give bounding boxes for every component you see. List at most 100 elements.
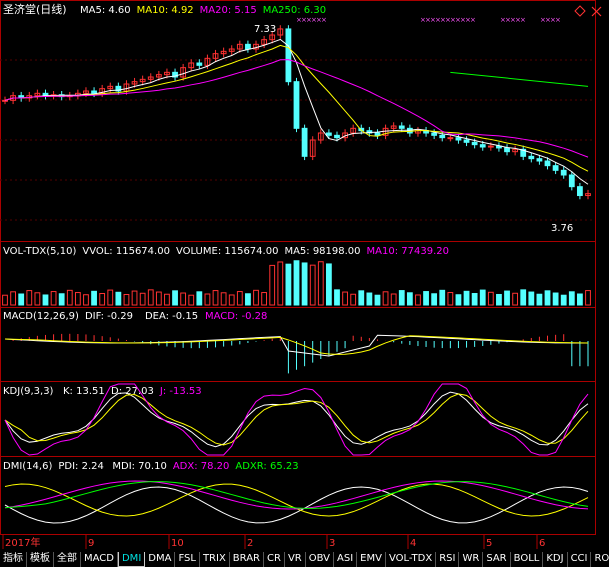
volume-bar[interactable]: [99, 293, 106, 306]
volume-bar[interactable]: [245, 293, 251, 306]
volume-bar[interactable]: [350, 293, 357, 306]
tab-sar[interactable]: SAR: [483, 552, 511, 567]
volume-bar[interactable]: [479, 289, 486, 306]
tab-roc[interactable]: ROC: [591, 552, 609, 567]
volume-bar[interactable]: [285, 263, 292, 306]
volume-bar[interactable]: [147, 289, 154, 306]
volume-bar[interactable]: [18, 293, 25, 306]
tab-vr[interactable]: VR: [285, 552, 306, 567]
tab-template[interactable]: 模板: [27, 552, 54, 567]
candle-body[interactable]: [463, 139, 470, 143]
volume-bar[interactable]: [406, 292, 413, 306]
volume-bar[interactable]: [131, 290, 138, 306]
volume-bar[interactable]: [309, 264, 316, 306]
volume-bar[interactable]: [139, 292, 146, 306]
volume-bar[interactable]: [455, 294, 462, 306]
volume-bar[interactable]: [261, 292, 268, 306]
candle-body[interactable]: [91, 90, 97, 94]
volume-bar[interactable]: [180, 292, 187, 306]
volume-bar[interactable]: [528, 291, 535, 306]
candle-body[interactable]: [504, 147, 510, 153]
stock-chart[interactable]: 圣济堂(日线) MA5: 4.60 MA10: 4.92 MA20: 5.15 MA2…: [0, 0, 609, 552]
volume-bar[interactable]: [552, 292, 559, 306]
volume-bar[interactable]: [301, 262, 308, 306]
volume-bar[interactable]: [496, 293, 502, 306]
candle-body[interactable]: [301, 127, 308, 157]
volume-bar[interactable]: [431, 293, 438, 306]
macd-bars[interactable]: [4, 333, 589, 374]
volume-bar[interactable]: [277, 261, 284, 306]
volume-bar[interactable]: [577, 293, 583, 306]
tab-rsi[interactable]: RSI: [436, 552, 460, 567]
candle-body[interactable]: [455, 137, 462, 141]
tab-boll[interactable]: BOLL: [511, 552, 544, 567]
volume-bar[interactable]: [423, 291, 429, 306]
candle-body[interactable]: [325, 132, 332, 136]
volume-bar[interactable]: [164, 293, 170, 306]
tab-obv[interactable]: OBV: [306, 552, 334, 567]
volume-bar[interactable]: [325, 263, 332, 306]
candle-body[interactable]: [374, 132, 381, 136]
volume-bar[interactable]: [382, 291, 389, 306]
volume-bar[interactable]: [74, 292, 81, 306]
candle-body[interactable]: [398, 125, 405, 129]
volume-bar[interactable]: [123, 293, 130, 306]
volume-bar[interactable]: [463, 290, 470, 306]
volume-bar[interactable]: [115, 291, 122, 306]
candle-body[interactable]: [552, 165, 559, 171]
volume-bar[interactable]: [520, 289, 527, 306]
tab-dma[interactable]: DMA: [145, 552, 176, 567]
volume-bar[interactable]: [415, 294, 421, 306]
volume-bar[interactable]: [334, 289, 340, 306]
tab-vol-tdx[interactable]: VOL-TDX: [386, 552, 437, 567]
candle-body[interactable]: [431, 132, 438, 136]
volume-bar[interactable]: [504, 290, 510, 306]
volume-bar[interactable]: [512, 292, 519, 306]
volume-bar[interactable]: [107, 289, 114, 306]
candle-body[interactable]: [447, 137, 454, 140]
tab-cr[interactable]: CR: [264, 552, 285, 567]
candle-body[interactable]: [285, 28, 292, 83]
volume-bar[interactable]: [220, 292, 227, 306]
volume-bar[interactable]: [212, 290, 219, 306]
candle-body[interactable]: [577, 186, 583, 197]
tab-trix[interactable]: TRIX: [200, 552, 230, 567]
tab-dmi[interactable]: DMI: [117, 552, 146, 567]
volume-bar[interactable]: [471, 293, 478, 306]
volume-bar[interactable]: [228, 294, 235, 306]
volume-bar[interactable]: [487, 291, 494, 306]
volume-bar[interactable]: [398, 290, 405, 306]
volume-bar[interactable]: [439, 289, 446, 306]
volume-bar[interactable]: [2, 294, 8, 306]
volume-bar[interactable]: [188, 294, 195, 306]
volume-bar[interactable]: [366, 292, 373, 306]
tab-macd[interactable]: MACD: [81, 552, 118, 567]
tab-brar[interactable]: BRAR: [230, 552, 264, 567]
candle-body[interactable]: [196, 62, 203, 66]
candle-body[interactable]: [487, 145, 494, 148]
candle-body[interactable]: [568, 174, 575, 188]
volume-bar[interactable]: [560, 294, 567, 306]
volume-bar[interactable]: [236, 291, 243, 306]
candle-body[interactable]: [293, 81, 300, 129]
candle-body[interactable]: [528, 155, 535, 160]
tab-cci[interactable]: CCI: [568, 552, 592, 567]
volume-bars[interactable]: [2, 260, 591, 306]
volume-bar[interactable]: [585, 290, 591, 306]
volume-bar[interactable]: [26, 290, 33, 306]
volume-bar[interactable]: [10, 291, 16, 306]
close-icon[interactable]: [591, 6, 602, 17]
tab-wr[interactable]: WR: [459, 552, 484, 567]
volume-bar[interactable]: [204, 293, 211, 306]
volume-bar[interactable]: [447, 292, 454, 306]
volume-bar[interactable]: [544, 290, 551, 306]
volume-bar[interactable]: [50, 291, 57, 306]
volume-bar[interactable]: [42, 294, 49, 306]
candle-body[interactable]: [471, 141, 478, 146]
tab-emv[interactable]: EMV: [357, 552, 386, 567]
candle-body[interactable]: [560, 169, 567, 176]
tab-asi[interactable]: ASI: [334, 552, 358, 567]
volume-bar[interactable]: [317, 261, 324, 306]
candle-body[interactable]: [334, 134, 340, 139]
volume-bar[interactable]: [196, 291, 203, 306]
